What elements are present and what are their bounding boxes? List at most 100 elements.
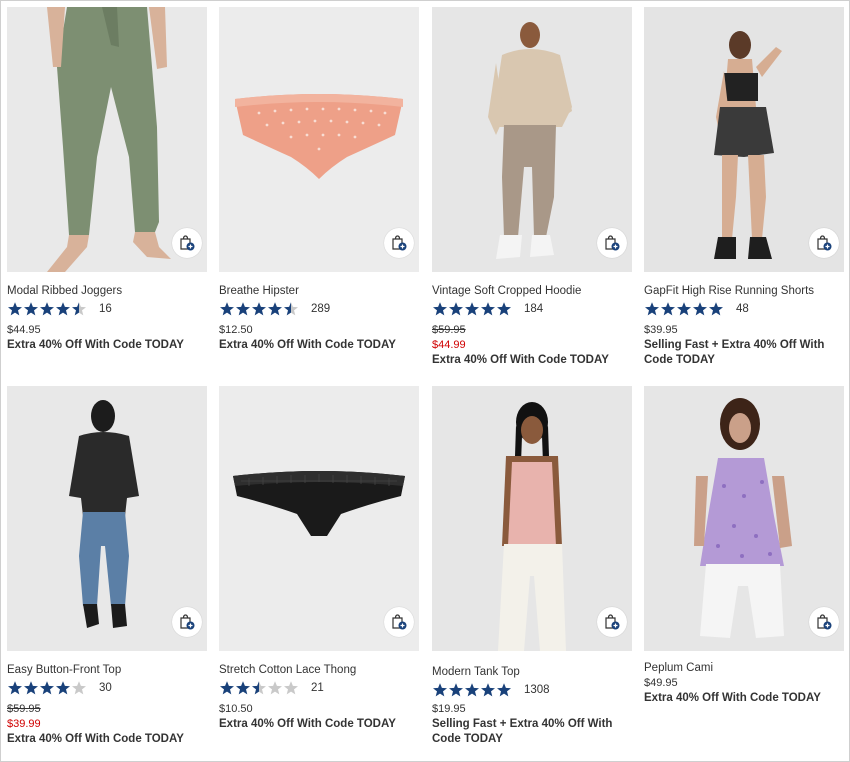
product-name[interactable]: Modern Tank Top	[432, 666, 520, 678]
product-rating: 184	[432, 301, 543, 317]
star-icon	[40, 302, 54, 316]
price-block: $49.95 Extra 40% Off With Code TODAY	[644, 676, 821, 706]
review-count: 21	[311, 682, 324, 694]
star-icon	[677, 302, 691, 316]
star-icon	[268, 681, 282, 695]
star-icon	[661, 302, 675, 316]
star-icon	[8, 681, 22, 695]
shopping-bag-icon	[817, 235, 832, 251]
product-image[interactable]	[644, 386, 844, 651]
promo-text-line2: Code TODAY	[644, 354, 715, 366]
product-grid: Modal Ribbed Joggers 16 $44.95 Extra 40% …	[0, 0, 850, 762]
shopping-bag-icon	[180, 235, 195, 251]
star-icon	[72, 681, 86, 695]
original-price: $59.95	[432, 324, 466, 336]
review-count: 289	[311, 303, 331, 315]
sale-price: $44.99	[432, 339, 466, 351]
star-icon	[465, 302, 479, 316]
product-rating: 30	[7, 680, 112, 696]
review-count: 16	[99, 303, 112, 315]
promo-text: Extra 40% Off With Code TODAY	[432, 354, 609, 366]
add-to-bag-button[interactable]	[172, 607, 202, 637]
product-name[interactable]: Peplum Cami	[644, 662, 713, 674]
star-icon	[268, 302, 282, 316]
star-rating	[644, 301, 724, 317]
add-to-bag-button[interactable]	[597, 607, 627, 637]
add-to-bag-button[interactable]	[384, 228, 414, 258]
product-name[interactable]: GapFit High Rise Running Shorts	[644, 285, 814, 297]
star-icon	[433, 302, 447, 316]
product-image[interactable]	[432, 386, 632, 651]
promo-text-line2: Code TODAY	[432, 733, 503, 745]
price-block: $39.95 Selling Fast + Extra 40% Off With C…	[644, 323, 824, 368]
product-image[interactable]	[432, 7, 632, 272]
star-icon	[72, 302, 86, 316]
star-icon	[497, 302, 511, 316]
price-block: $12.50 Extra 40% Off With Code TODAY	[219, 323, 396, 353]
shopping-bag-icon	[392, 235, 407, 251]
star-icon	[252, 681, 266, 695]
star-icon	[465, 683, 479, 697]
product-name[interactable]: Easy Button-Front Top	[7, 664, 121, 676]
product-image[interactable]	[7, 386, 207, 651]
promo-text: Extra 40% Off With Code TODAY	[219, 339, 396, 351]
price: $39.95	[644, 324, 678, 336]
star-icon	[252, 302, 266, 316]
star-rating	[7, 301, 87, 317]
product-rating: 1308	[432, 682, 550, 698]
star-icon	[24, 302, 38, 316]
add-to-bag-button[interactable]	[384, 607, 414, 637]
star-icon	[236, 681, 250, 695]
star-icon	[56, 681, 70, 695]
price-block: $10.50 Extra 40% Off With Code TODAY	[219, 702, 396, 732]
product-image[interactable]	[7, 7, 207, 272]
add-to-bag-button[interactable]	[172, 228, 202, 258]
star-rating	[432, 682, 512, 698]
add-to-bag-button[interactable]	[597, 228, 627, 258]
star-icon	[284, 302, 298, 316]
star-icon	[481, 683, 495, 697]
product-rating: 289	[219, 301, 330, 317]
product-name[interactable]: Modal Ribbed Joggers	[7, 285, 122, 297]
star-icon	[40, 681, 54, 695]
product-rating: 48	[644, 301, 749, 317]
star-icon	[220, 681, 234, 695]
product-rating: 16	[7, 301, 112, 317]
product-rating: 21	[219, 680, 324, 696]
promo-text: Extra 40% Off With Code TODAY	[219, 718, 396, 730]
product-image[interactable]	[219, 7, 419, 272]
star-icon	[236, 302, 250, 316]
price: $49.95	[644, 677, 678, 689]
star-icon	[56, 302, 70, 316]
review-count: 184	[524, 303, 544, 315]
product-name[interactable]: Breathe Hipster	[219, 285, 299, 297]
star-rating	[219, 301, 299, 317]
star-rating	[432, 301, 512, 317]
product-image[interactable]	[644, 7, 844, 272]
price: $44.95	[7, 324, 41, 336]
review-count: 48	[736, 303, 749, 315]
star-icon	[449, 683, 463, 697]
star-icon	[645, 302, 659, 316]
product-name[interactable]: Vintage Soft Cropped Hoodie	[432, 285, 581, 297]
promo-text: Extra 40% Off With Code TODAY	[7, 733, 184, 745]
star-icon	[449, 302, 463, 316]
star-icon	[220, 302, 234, 316]
product-image[interactable]	[219, 386, 419, 651]
add-to-bag-button[interactable]	[809, 228, 839, 258]
product-name[interactable]: Stretch Cotton Lace Thong	[219, 664, 356, 676]
review-count: 1308	[524, 684, 550, 696]
price: $12.50	[219, 324, 253, 336]
price: $10.50	[219, 703, 253, 715]
star-icon	[481, 302, 495, 316]
shopping-bag-icon	[392, 614, 407, 630]
promo-text: Selling Fast + Extra 40% Off With	[432, 718, 613, 730]
shopping-bag-icon	[605, 235, 620, 251]
price-block: $19.95 Selling Fast + Extra 40% Off With C…	[432, 702, 612, 747]
shopping-bag-icon	[817, 614, 832, 630]
promo-text: Extra 40% Off With Code TODAY	[7, 339, 184, 351]
star-icon	[497, 683, 511, 697]
add-to-bag-button[interactable]	[809, 607, 839, 637]
shopping-bag-icon	[605, 614, 620, 630]
price: $19.95	[432, 703, 466, 715]
